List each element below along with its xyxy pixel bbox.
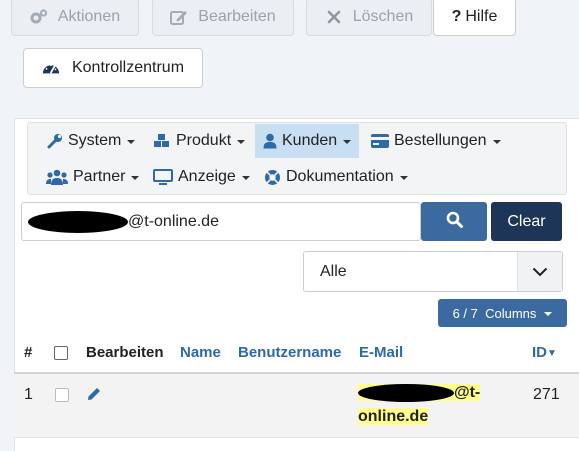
chevron-down-icon bbox=[517, 252, 562, 291]
menu-item-anzeige[interactable]: Anzeige bbox=[153, 160, 250, 194]
search-button[interactable] bbox=[421, 202, 487, 241]
redaction-mark bbox=[358, 383, 454, 402]
lifebuoy-icon bbox=[264, 169, 281, 186]
loeschen-button[interactable]: Löschen bbox=[306, 0, 432, 36]
gears-icon bbox=[30, 8, 48, 26]
edit-icon[interactable] bbox=[86, 386, 102, 407]
hilfe-button[interactable]: ? Hilfe bbox=[433, 0, 516, 36]
header-id[interactable]: ID▼ bbox=[532, 338, 557, 368]
caret-down-icon bbox=[544, 312, 553, 316]
aktionen-button[interactable]: Aktionen bbox=[11, 0, 139, 36]
question-icon: ? bbox=[451, 8, 462, 25]
header-num: # bbox=[24, 344, 33, 361]
header-email[interactable]: E-Mail bbox=[359, 338, 403, 368]
menu-label-system: System bbox=[68, 132, 122, 149]
email-line-1: @t- bbox=[358, 383, 481, 402]
bearbeiten-button[interactable]: Bearbeiten bbox=[152, 0, 294, 36]
columns-button[interactable]: 6 / 7 Columns bbox=[438, 299, 567, 327]
filter-select[interactable]: Alle bbox=[303, 251, 563, 292]
user-icon bbox=[263, 133, 277, 149]
close-icon bbox=[325, 8, 343, 26]
menu-item-kunden[interactable]: Kunden bbox=[255, 124, 360, 158]
caret-down-icon bbox=[241, 176, 250, 180]
dashboard-icon bbox=[42, 59, 60, 77]
loeschen-label: Löschen bbox=[352, 8, 414, 25]
menu-label-produkt: Produkt bbox=[176, 132, 232, 149]
main-menu: System Produkt Kunden Bestellungen Partn… bbox=[27, 122, 567, 195]
search-value: @t-online.de bbox=[128, 212, 219, 230]
aktionen-label: Aktionen bbox=[57, 8, 121, 25]
table-row[interactable]: 1 271 bbox=[14, 374, 579, 438]
caret-down-icon bbox=[343, 140, 352, 144]
cubes-icon bbox=[153, 133, 171, 149]
row-id: 271 bbox=[533, 386, 560, 403]
menu-label-bestellungen: Bestellungen bbox=[394, 132, 487, 149]
table-header: # Bearbeiten Name Benutzername E-Mail ID… bbox=[14, 338, 579, 375]
filter-select-value: Alle bbox=[320, 262, 347, 280]
email-line-1-suffix: @t- bbox=[454, 384, 481, 401]
menu-item-partner[interactable]: Partner bbox=[46, 160, 140, 194]
header-name[interactable]: Name bbox=[180, 338, 221, 368]
search-input[interactable]: @t-online.de bbox=[21, 202, 421, 241]
caret-down-icon bbox=[492, 140, 501, 144]
row-checkbox[interactable] bbox=[55, 388, 69, 402]
select-all-checkbox[interactable] bbox=[54, 346, 68, 360]
wrench-icon bbox=[47, 133, 63, 149]
edit-icon bbox=[170, 8, 188, 26]
menu-label-anzeige: Anzeige bbox=[178, 168, 236, 185]
hilfe-label: Hilfe bbox=[465, 8, 498, 25]
menu-item-produkt[interactable]: Produkt bbox=[153, 124, 246, 158]
row-email[interactable]: @t- online.de bbox=[358, 381, 484, 429]
header-username[interactable]: Benutzername bbox=[238, 338, 341, 368]
kontrollzentrum-button[interactable]: Kontrollzentrum bbox=[23, 48, 203, 88]
menu-label-kunden: Kunden bbox=[282, 132, 338, 149]
menu-item-bestellungen[interactable]: Bestellungen bbox=[371, 124, 501, 158]
caret-down-icon bbox=[237, 140, 246, 144]
users-icon bbox=[46, 169, 68, 185]
row-num: 1 bbox=[24, 386, 33, 403]
sort-desc-icon: ▼ bbox=[547, 348, 557, 359]
kontrollzentrum-label: Kontrollzentrum bbox=[71, 59, 185, 76]
redaction-mark bbox=[28, 210, 128, 233]
action-toolbar: Aktionen Bearbeiten Löschen ? Hilfe Kont… bbox=[0, 0, 579, 102]
columns-label: 6 / 7 Columns bbox=[452, 305, 537, 321]
menu-label-dokumentation: Dokumentation bbox=[286, 168, 394, 185]
menu-label-partner: Partner bbox=[73, 168, 126, 185]
caret-down-icon bbox=[127, 140, 136, 144]
menu-item-dokumentation[interactable]: Dokumentation bbox=[264, 160, 408, 194]
caret-down-icon bbox=[131, 176, 140, 180]
clear-button[interactable]: Clear bbox=[491, 202, 562, 241]
credit-card-icon bbox=[371, 134, 389, 148]
header-edit: Bearbeiten bbox=[86, 344, 164, 361]
header-id-label: ID bbox=[532, 344, 547, 361]
bearbeiten-label: Bearbeiten bbox=[198, 8, 276, 25]
search-icon bbox=[446, 211, 463, 233]
caret-down-icon bbox=[399, 176, 408, 180]
monitor-icon bbox=[153, 169, 173, 185]
email-line-2: online.de bbox=[358, 408, 429, 425]
menu-item-system[interactable]: System bbox=[47, 124, 136, 158]
